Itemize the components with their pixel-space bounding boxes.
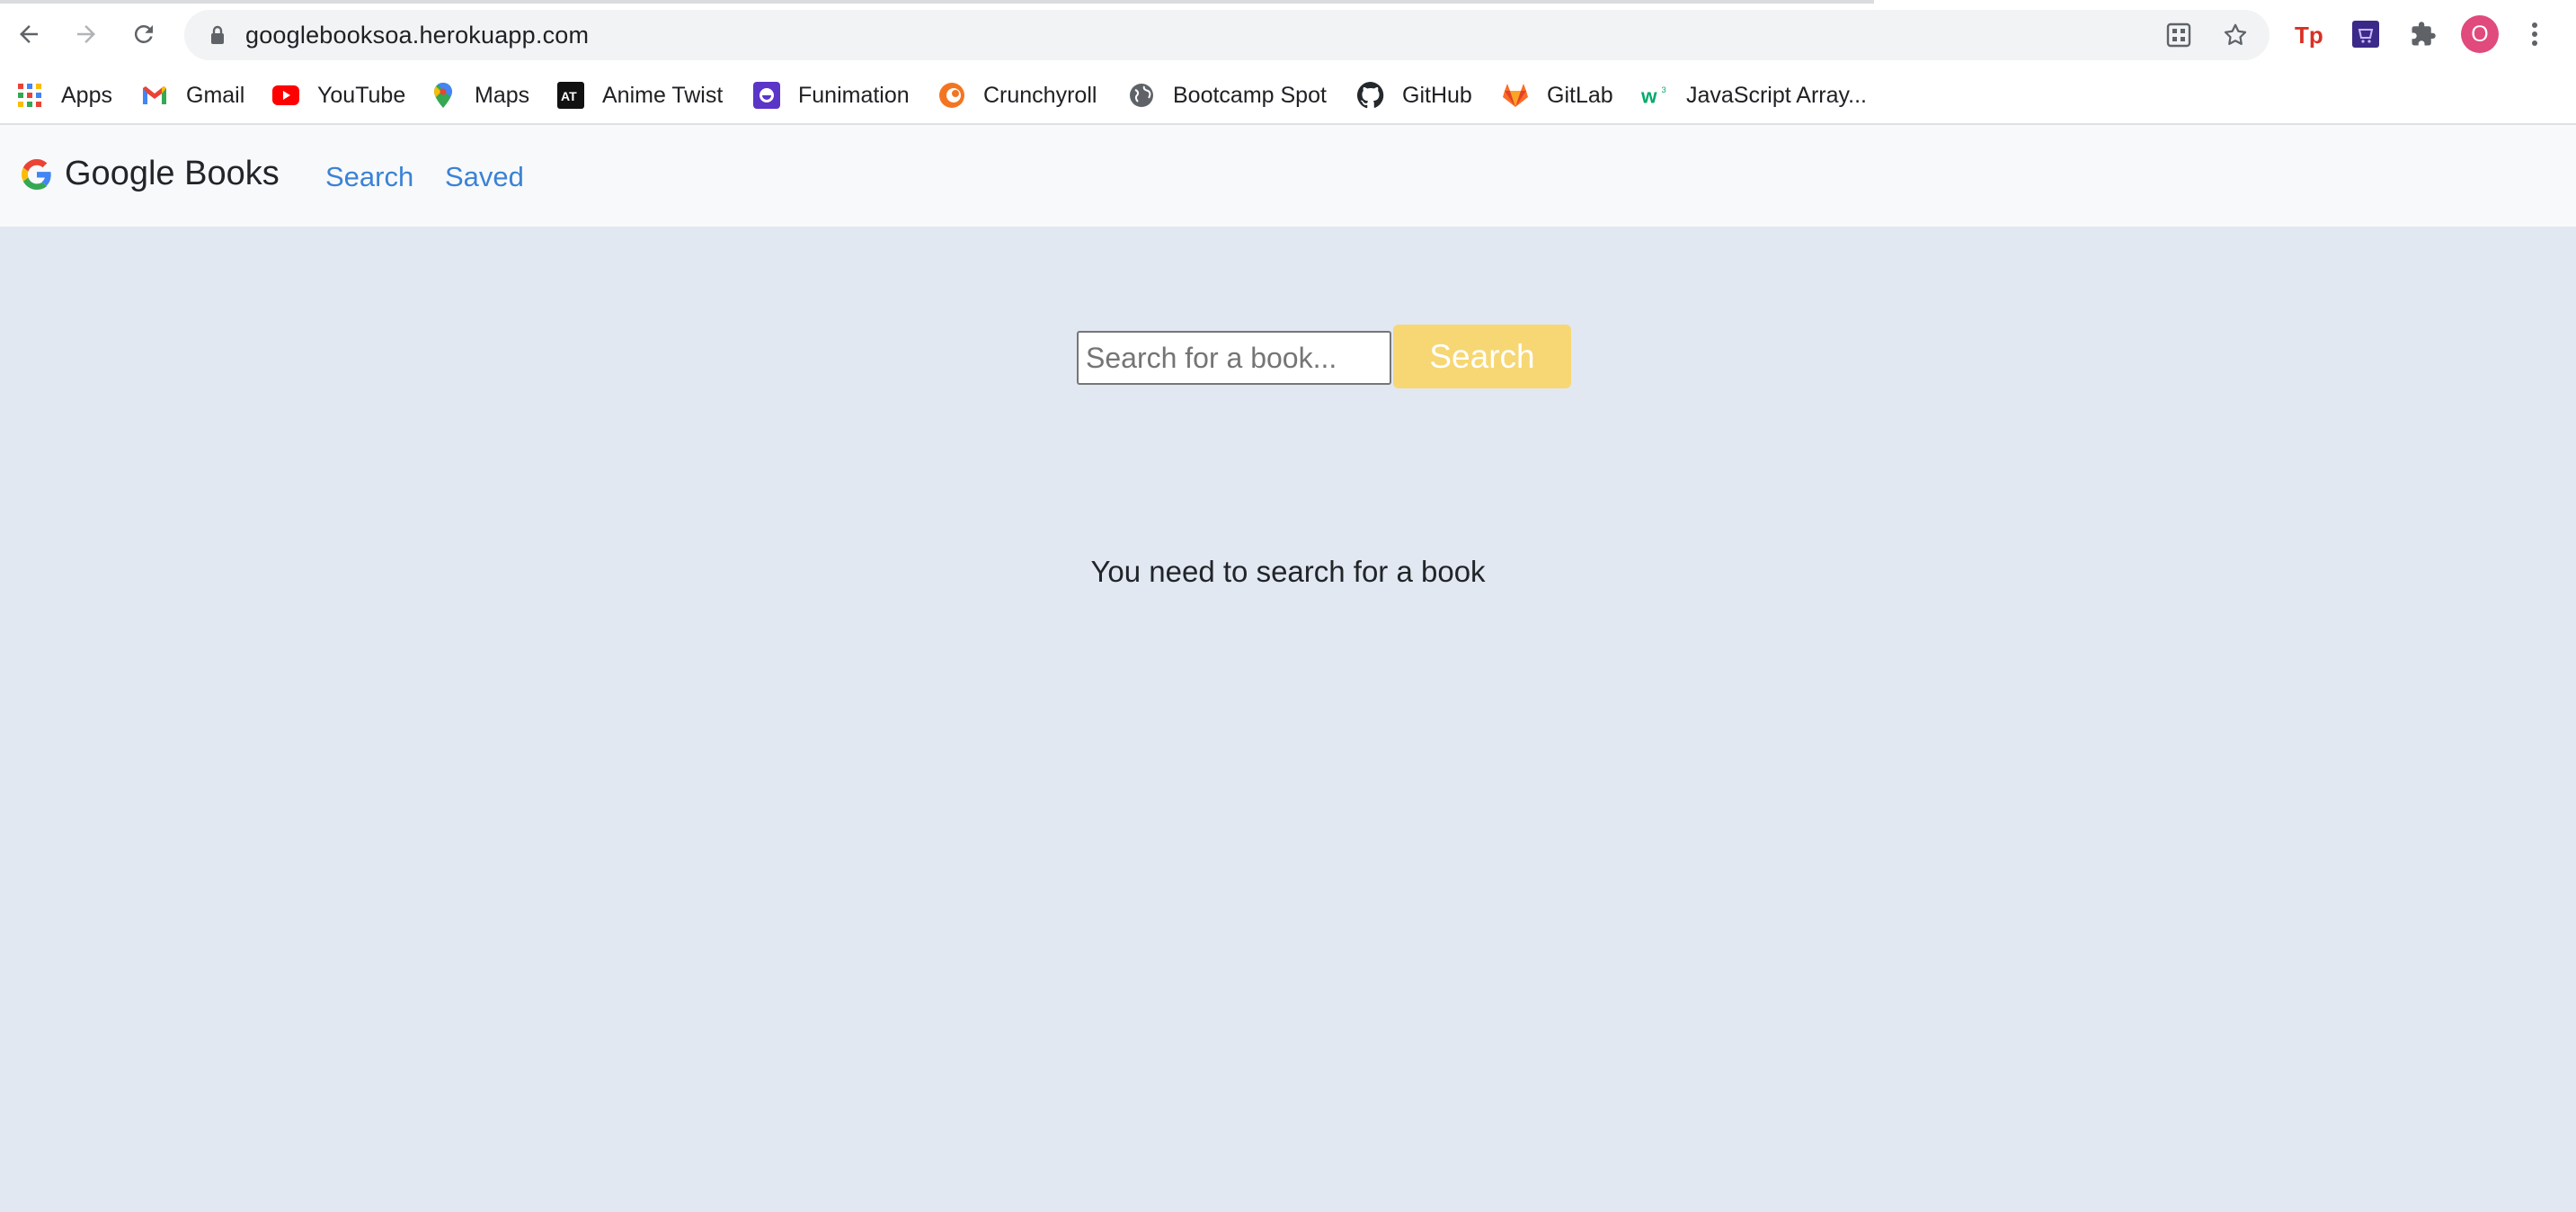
google-g-icon (22, 158, 51, 190)
bookmark-maps[interactable]: Maps (430, 77, 529, 113)
bookmark-crunchyroll[interactable]: Crunchyroll (938, 77, 1097, 113)
bookmark-label: Apps (61, 82, 112, 108)
funimation-icon (753, 82, 780, 109)
browser-chrome: googlebooksoa.herokuapp.com Tp O Apps Gm… (0, 0, 2576, 125)
bookmark-label: JavaScript Array... (1686, 82, 1867, 108)
brand[interactable]: Google Books (22, 155, 280, 193)
bookmark-label: GitLab (1547, 82, 1613, 108)
lock-icon (211, 25, 224, 44)
browser-menu-button[interactable] (2521, 15, 2548, 53)
back-button[interactable] (8, 13, 49, 55)
bookmark-star-button[interactable] (2221, 21, 2250, 49)
extensions-menu-button[interactable] (2404, 15, 2442, 53)
brand-title: Google Books (65, 155, 280, 192)
bookmark-gmail[interactable]: Gmail (141, 77, 244, 113)
bookmark-label: GitHub (1402, 82, 1472, 108)
anime-twist-icon: AT (557, 82, 584, 109)
arrow-right-icon (77, 25, 95, 43)
bookmark-label: Anime Twist (602, 82, 724, 108)
globe-icon (1128, 82, 1155, 109)
arrow-left-icon (20, 25, 38, 43)
svg-text:w: w (1641, 85, 1657, 107)
bookmark-label: Maps (475, 82, 530, 108)
w3schools-icon: w3 (1641, 82, 1668, 109)
star-icon (2224, 23, 2247, 45)
crunchyroll-icon (938, 82, 965, 109)
bookmark-label: YouTube (317, 82, 406, 108)
bookmarks-bar: Apps Gmail YouTube Maps AT Anime Twist F… (0, 68, 2576, 124)
reload-button[interactable] (123, 13, 164, 55)
tp-extension-icon: Tp (2295, 22, 2323, 48)
bookmark-anime-twist[interactable]: AT Anime Twist (557, 77, 723, 113)
gmail-icon (141, 82, 168, 109)
nav-link-saved[interactable]: Saved (445, 161, 524, 193)
search-button[interactable]: Search (1393, 325, 1571, 388)
bookmark-funimation[interactable]: Funimation (753, 77, 910, 113)
youtube-icon (272, 82, 299, 109)
nav-link-search[interactable]: Search (325, 161, 413, 193)
browser-toolbar: googlebooksoa.herokuapp.com Tp O (0, 0, 2576, 68)
bookmark-label: Gmail (186, 82, 245, 108)
book-search-input[interactable] (1077, 331, 1391, 385)
bookmark-label: Funimation (798, 82, 910, 108)
address-bar[interactable]: googlebooksoa.herokuapp.com (184, 10, 2270, 60)
empty-state-message: You need to search for a book (1090, 555, 1486, 588)
bookmark-label: Crunchyroll (983, 82, 1097, 108)
site-navbar: Google Books Search Saved (0, 125, 2576, 227)
bookmark-label: Bootcamp Spot (1173, 82, 1327, 108)
extension-purple-button[interactable] (2347, 15, 2385, 53)
kebab-menu-icon (2532, 22, 2537, 46)
forward-button[interactable] (66, 13, 107, 55)
bookmark-youtube[interactable]: YouTube (272, 77, 405, 113)
apps-grid-icon (16, 82, 43, 109)
github-icon (1357, 82, 1384, 109)
bookmark-github[interactable]: GitHub (1357, 77, 1472, 113)
maps-pin-icon (430, 82, 457, 109)
url-text: googlebooksoa.herokuapp.com (245, 22, 590, 49)
svg-text:AT: AT (561, 89, 577, 103)
bookmark-apps[interactable]: Apps (16, 77, 112, 113)
reload-icon (134, 24, 153, 43)
qr-code-button[interactable] (2164, 21, 2193, 49)
extension-tp-button[interactable]: Tp (2290, 15, 2328, 53)
purple-extension-icon (2352, 21, 2379, 48)
qr-code-icon (2166, 22, 2191, 48)
gitlab-icon (1502, 82, 1529, 109)
svg-text:Tp: Tp (2295, 22, 2323, 48)
svg-text:3: 3 (1662, 85, 1666, 94)
puzzle-icon (2412, 22, 2436, 46)
bookmark-bootcamp-spot[interactable]: Bootcamp Spot (1128, 77, 1327, 113)
profile-avatar[interactable]: O (2461, 15, 2499, 53)
bookmark-gitlab[interactable]: GitLab (1502, 77, 1613, 113)
bookmark-javascript-array[interactable]: w3 JavaScript Array... (1641, 77, 1867, 113)
